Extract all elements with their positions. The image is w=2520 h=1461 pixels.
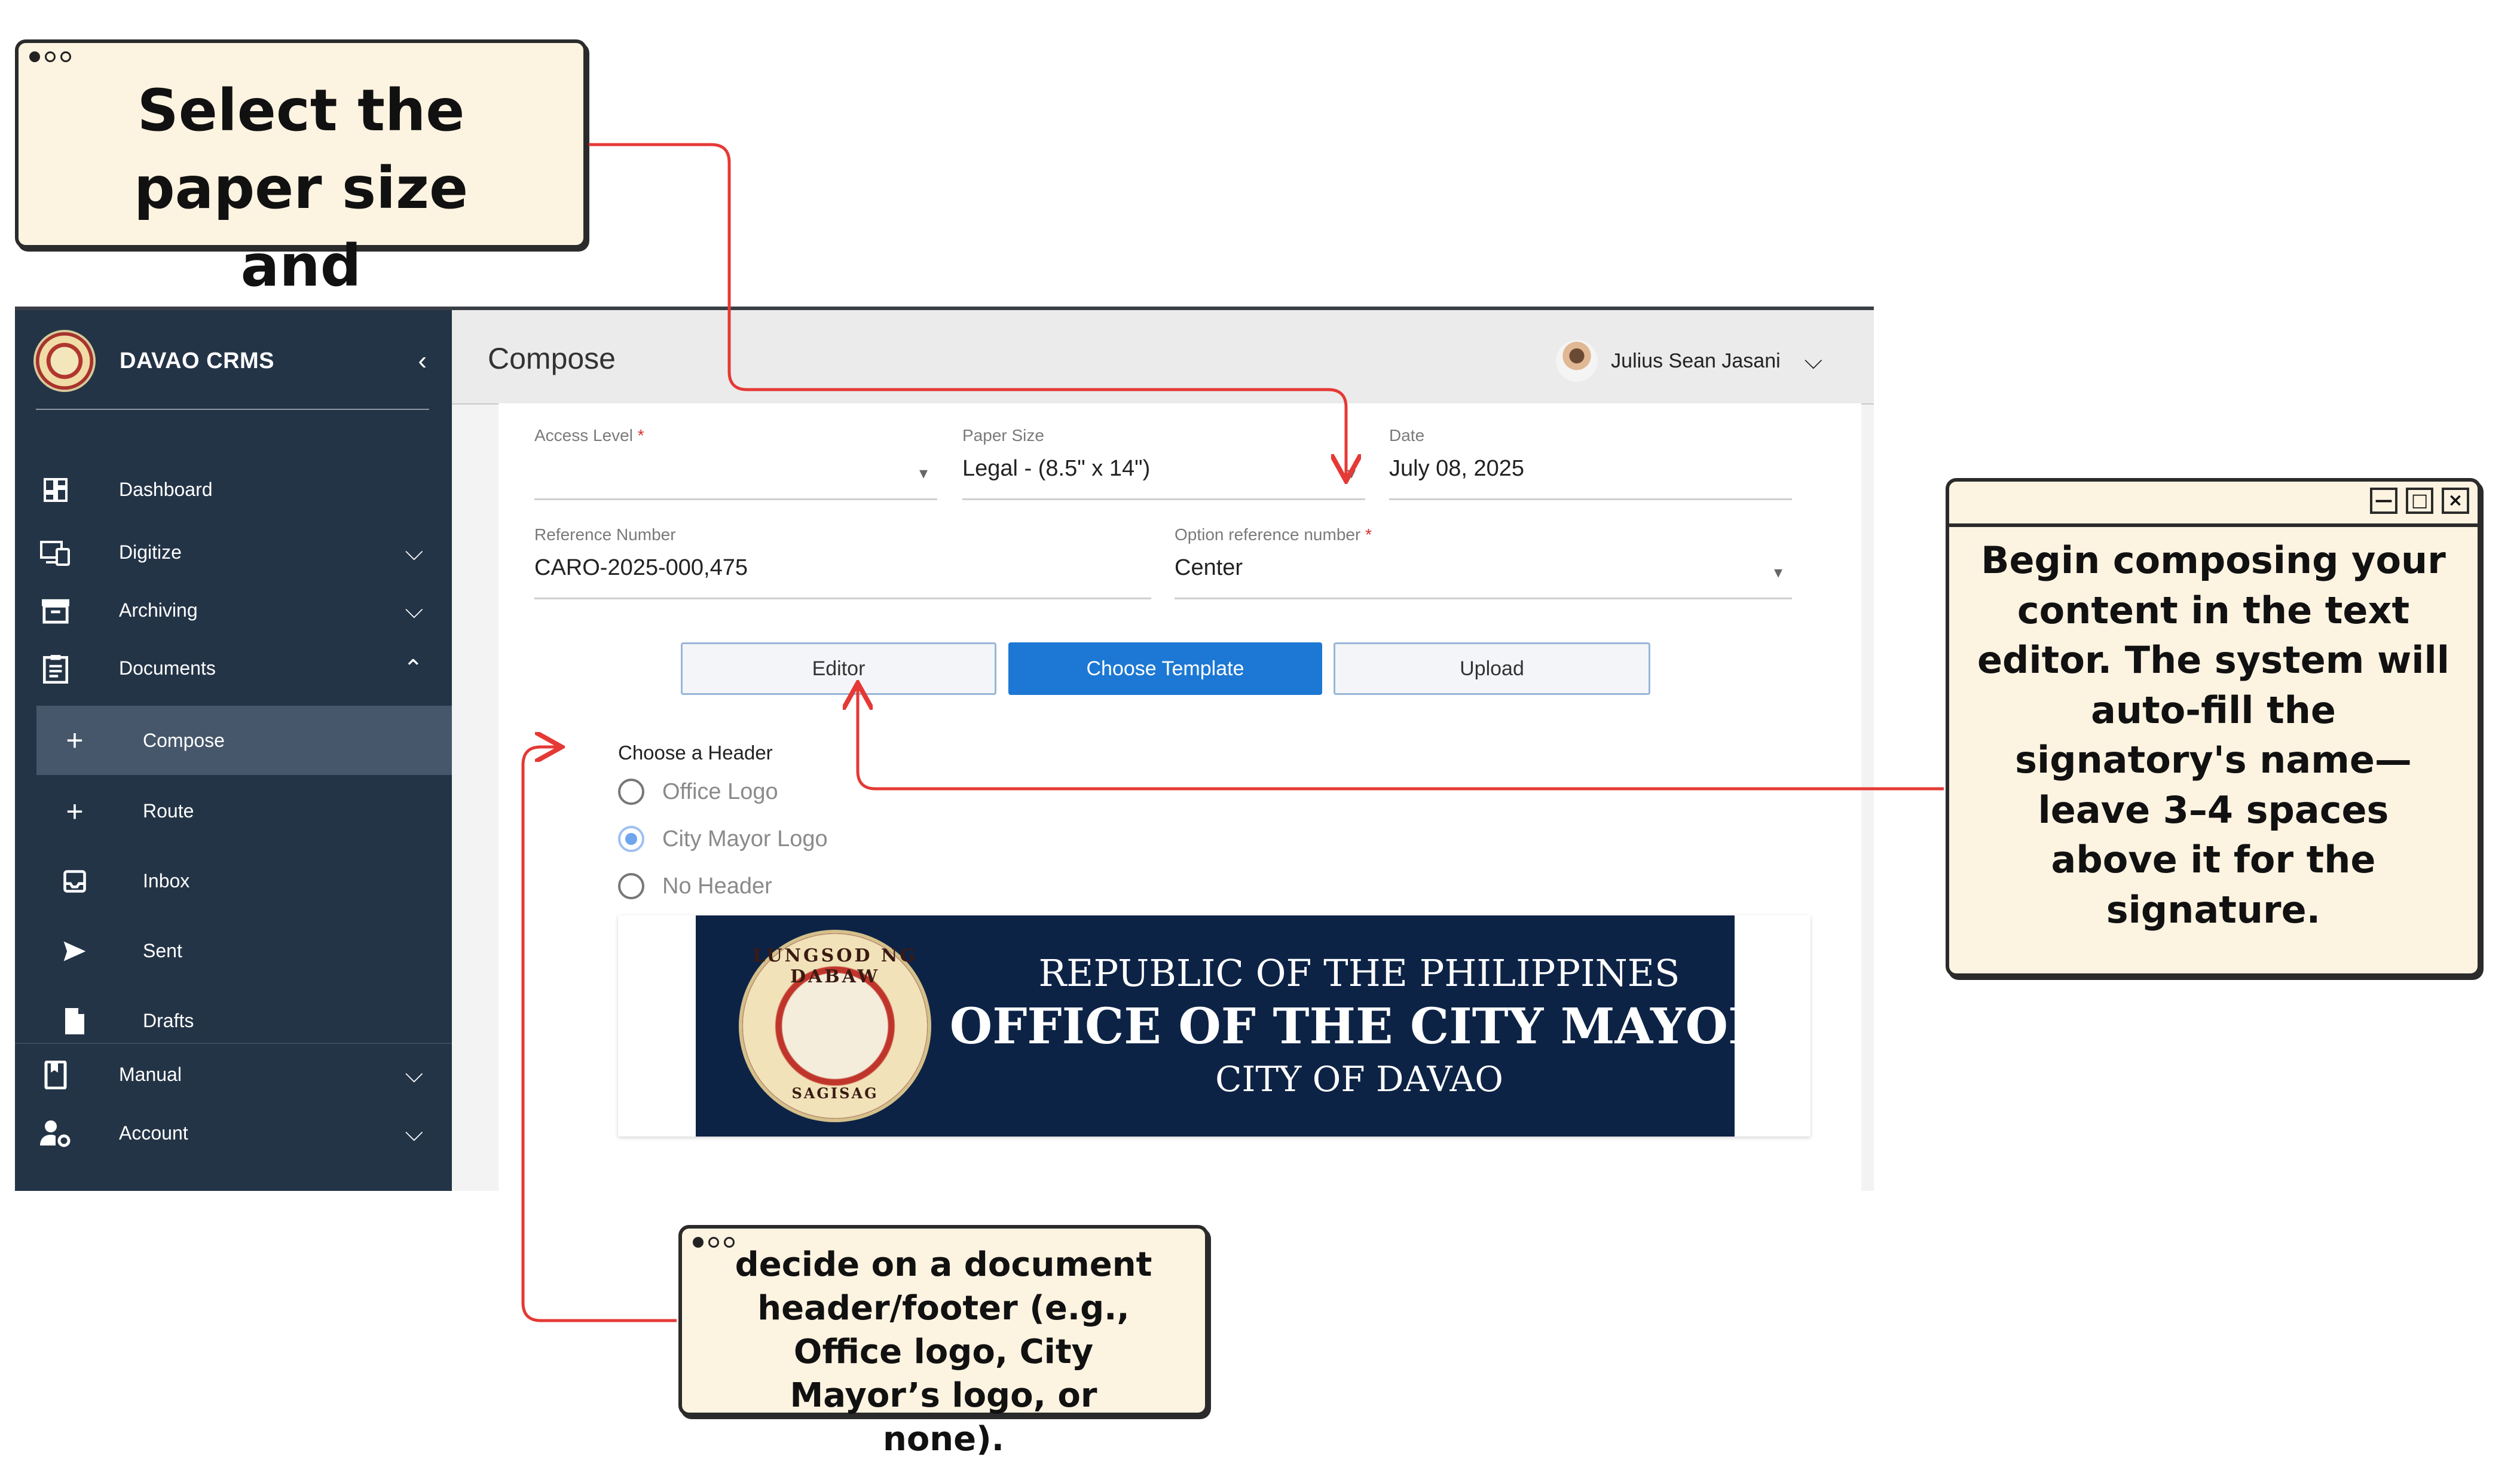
- sidebar-item-label: Account: [119, 1122, 188, 1144]
- sidebar-item-label: Archiving: [119, 599, 198, 621]
- sidebar-item-label: Digitize: [119, 541, 182, 563]
- field-label: Date: [1389, 426, 1425, 445]
- sidebar-item-inbox[interactable]: Inbox: [15, 846, 452, 916]
- editor-button[interactable]: Editor: [681, 642, 996, 695]
- sidebar-item-label: Manual: [119, 1064, 182, 1085]
- radio-city-mayor-logo[interactable]: City Mayor Logo: [618, 826, 828, 852]
- caret-down-icon: ▾: [1773, 563, 1782, 581]
- reference-number-field[interactable]: Reference Number CARO-2025-000,475: [534, 503, 1151, 599]
- sidebar: DAVAO CRMS ‹ Dashboard Digitize ⌵ Archiv…: [15, 310, 452, 1191]
- paper-size-select[interactable]: Paper Size Legal - (8.5" x 14") ▾: [962, 403, 1365, 500]
- city-seal-logo: [36, 332, 93, 390]
- banner-line-city: CITY OF DAVAO: [1215, 1059, 1503, 1099]
- banner-line-office: OFFICE OF THE CITY MAYOR: [949, 998, 1735, 1055]
- field-value: July 08, 2025: [1389, 456, 1525, 481]
- plus-icon: +: [66, 794, 84, 828]
- sidebar-item-sent[interactable]: Sent: [15, 916, 452, 986]
- archive-icon: [39, 594, 72, 627]
- upload-button[interactable]: Upload: [1334, 642, 1650, 695]
- banner-line-republic: REPUBLIC OF THE PHILIPPINES: [1038, 951, 1680, 995]
- chevron-up-icon: ⌃: [403, 655, 423, 682]
- chevron-down-icon: ⌵: [405, 597, 423, 623]
- header-banner: LUNGSOD NG DABAW SAGISAG REPUBLIC OF THE…: [696, 915, 1735, 1137]
- close-icon: ×: [2442, 488, 2469, 514]
- sidebar-item-label: Compose: [143, 729, 225, 751]
- caret-down-icon: ▾: [1347, 464, 1356, 482]
- minimize-icon: —: [2370, 488, 2397, 514]
- callout-paper-size: Select the paper size and: [15, 39, 587, 299]
- field-label: Reference Number: [534, 525, 676, 544]
- file-icon: [58, 1004, 91, 1038]
- sidebar-item-label: Inbox: [143, 870, 190, 892]
- sidebar-item-digitize[interactable]: Digitize ⌵: [15, 524, 452, 581]
- user-settings-icon: [39, 1117, 72, 1150]
- maximize-icon: □: [2406, 488, 2433, 514]
- send-icon: [58, 935, 91, 968]
- radio-button-selected[interactable]: [618, 826, 644, 852]
- main-content: Compose Julius Sean Jasani ⌵ Access Leve…: [452, 310, 1874, 1198]
- header-preview: LUNGSOD NG DABAW SAGISAG REPUBLIC OF THE…: [618, 915, 1811, 1137]
- radio-no-header[interactable]: No Header: [618, 873, 772, 899]
- radio-button[interactable]: [618, 873, 644, 899]
- sidebar-item-drafts[interactable]: Drafts: [15, 986, 452, 1056]
- sidebar-item-dashboard[interactable]: Dashboard: [15, 461, 452, 518]
- dashboard-icon: [39, 473, 72, 507]
- inbox-icon: [58, 865, 91, 898]
- divider: [15, 1043, 452, 1044]
- choose-template-button[interactable]: Choose Template: [1008, 642, 1322, 695]
- callout-header: decide on a document header/footer (e.g.…: [678, 1225, 1209, 1459]
- radio-label: No Header: [662, 873, 772, 899]
- caret-down-icon: ▾: [919, 464, 928, 482]
- brand[interactable]: DAVAO CRMS: [36, 328, 274, 394]
- sidebar-item-manual[interactable]: Manual ⌵: [15, 1046, 452, 1103]
- field-value: Center: [1175, 555, 1243, 580]
- sidebar-item-compose[interactable]: + Compose: [36, 706, 452, 775]
- clipboard-icon: [39, 652, 72, 685]
- window-bar: — □ ×: [1949, 482, 2478, 527]
- chevron-down-icon: ⌵: [405, 539, 423, 565]
- sidebar-item-archiving[interactable]: Archiving ⌵: [15, 582, 452, 639]
- radio-office-logo[interactable]: Office Logo: [618, 779, 778, 805]
- sidebar-item-label: Dashboard: [119, 479, 213, 500]
- radio-label: Office Logo: [662, 779, 778, 804]
- radio-label: City Mayor Logo: [662, 826, 828, 852]
- choose-header-label: Choose a Header: [618, 742, 773, 764]
- chevron-down-icon: ⌵: [405, 1120, 423, 1146]
- chevron-down-icon: ⌵: [1804, 347, 1822, 374]
- sidebar-item-label: Documents: [119, 657, 216, 679]
- date-field[interactable]: Date July 08, 2025: [1389, 403, 1792, 500]
- chevron-left-icon[interactable]: ‹: [418, 346, 427, 376]
- user-menu[interactable]: Julius Sean Jasani ⌵: [1556, 340, 1822, 382]
- sidebar-item-documents[interactable]: Documents ⌃: [15, 640, 452, 697]
- chevron-down-icon: ⌵: [405, 1061, 423, 1088]
- field-label: Paper Size: [962, 426, 1044, 445]
- radio-button[interactable]: [618, 779, 644, 805]
- option-reference-select[interactable]: Option reference number * Center ▾: [1175, 503, 1792, 599]
- window-dots-icon: [29, 51, 76, 62]
- callout-editor: — □ × Begin composing your content in th…: [1946, 478, 2481, 977]
- top-bar: Compose Julius Sean Jasani ⌵: [452, 310, 1874, 405]
- field-value: CARO-2025-000,475: [534, 555, 748, 580]
- book-icon: [39, 1058, 72, 1092]
- sidebar-item-route[interactable]: + Route: [15, 776, 452, 846]
- avatar: [1556, 340, 1598, 382]
- sidebar-item-label: Route: [143, 800, 194, 822]
- divider: [36, 409, 429, 410]
- page-title: Compose: [488, 342, 616, 375]
- sidebar-item-label: Drafts: [143, 1010, 194, 1031]
- access-level-select[interactable]: Access Level * ▾: [534, 403, 937, 500]
- sidebar-item-account[interactable]: Account ⌵: [15, 1105, 452, 1162]
- field-label: Option reference number *: [1175, 525, 1372, 544]
- app-window: DAVAO CRMS ‹ Dashboard Digitize ⌵ Archiv…: [15, 307, 1874, 1198]
- field-value: Legal - (8.5" x 14"): [962, 456, 1151, 481]
- compose-form: Access Level * ▾ Paper Size Legal - (8.5…: [499, 403, 1861, 1198]
- user-name: Julius Sean Jasani: [1611, 349, 1781, 372]
- devices-icon: [39, 536, 72, 569]
- field-label: Access Level *: [534, 426, 644, 445]
- sidebar-item-label: Sent: [143, 940, 182, 961]
- window-dots-icon: [693, 1237, 739, 1248]
- plus-icon: +: [66, 724, 84, 757]
- brand-name: DAVAO CRMS: [120, 348, 275, 373]
